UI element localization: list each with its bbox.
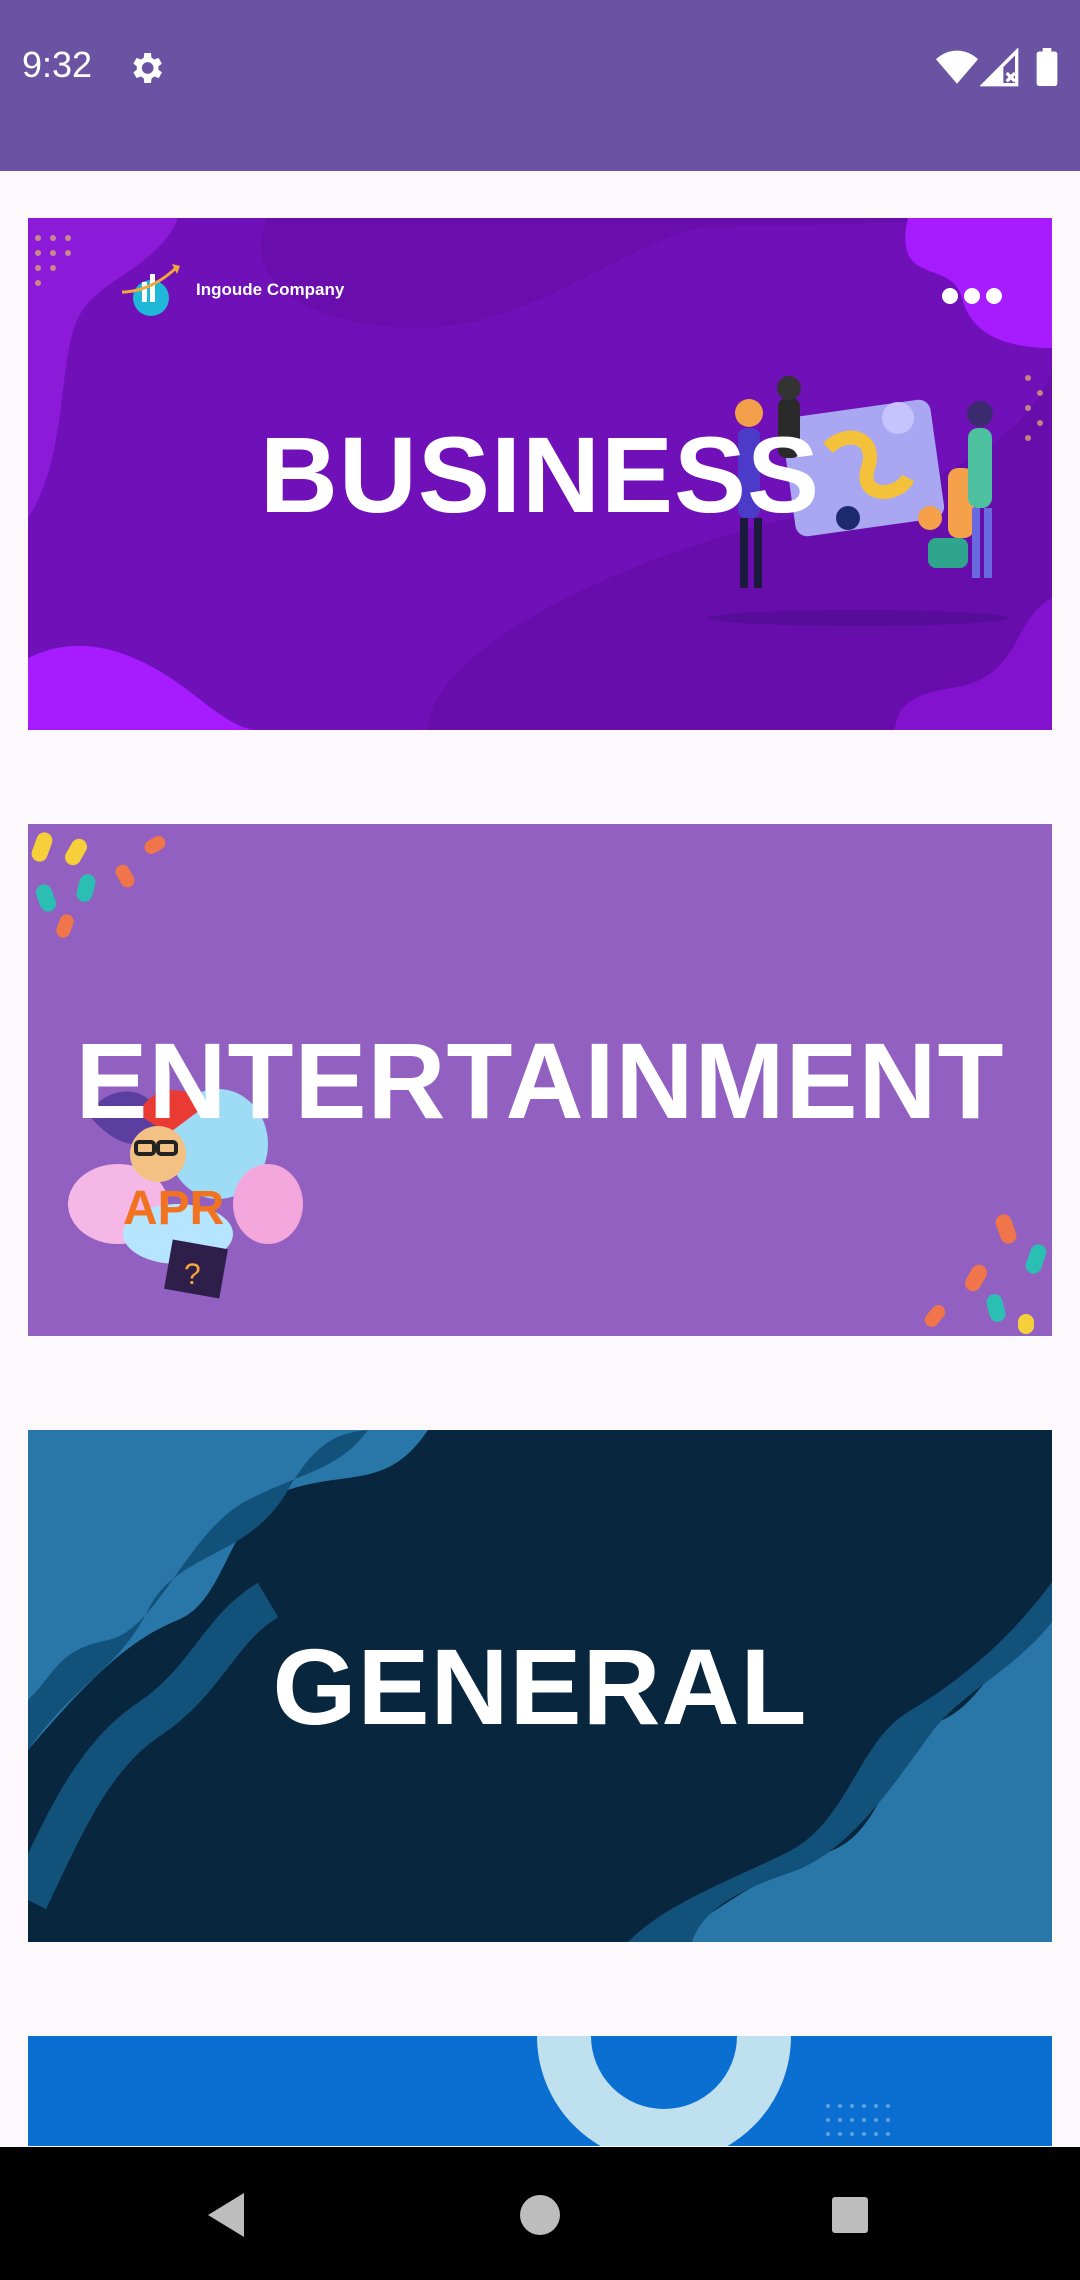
navigation-bar bbox=[0, 2147, 1080, 2280]
recents-icon[interactable] bbox=[810, 2175, 890, 2255]
category-card-business[interactable]: Ingoude Company BUSINESS bbox=[28, 218, 1052, 730]
category-card-general[interactable]: GENERAL bbox=[28, 1430, 1052, 1942]
wifi-icon bbox=[936, 50, 978, 84]
signal-icon bbox=[980, 48, 1019, 87]
status-time: 9:32 bbox=[22, 44, 93, 85]
battery-icon bbox=[1036, 48, 1058, 86]
partial-banner-image bbox=[28, 2036, 1052, 2146]
category-card-entertainment[interactable]: APR ? ENTERTAINMENT bbox=[28, 824, 1052, 1336]
category-card-partial[interactable] bbox=[28, 2036, 1052, 2146]
card-title-entertainment: ENTERTAINMENT bbox=[75, 1019, 1005, 1141]
card-title-business: BUSINESS bbox=[259, 413, 821, 535]
home-icon[interactable] bbox=[500, 2175, 580, 2255]
gear-icon bbox=[133, 53, 162, 83]
status-bar: 9:32 bbox=[0, 0, 1080, 171]
card-title-general: GENERAL bbox=[272, 1625, 808, 1747]
back-icon[interactable] bbox=[186, 2175, 266, 2255]
